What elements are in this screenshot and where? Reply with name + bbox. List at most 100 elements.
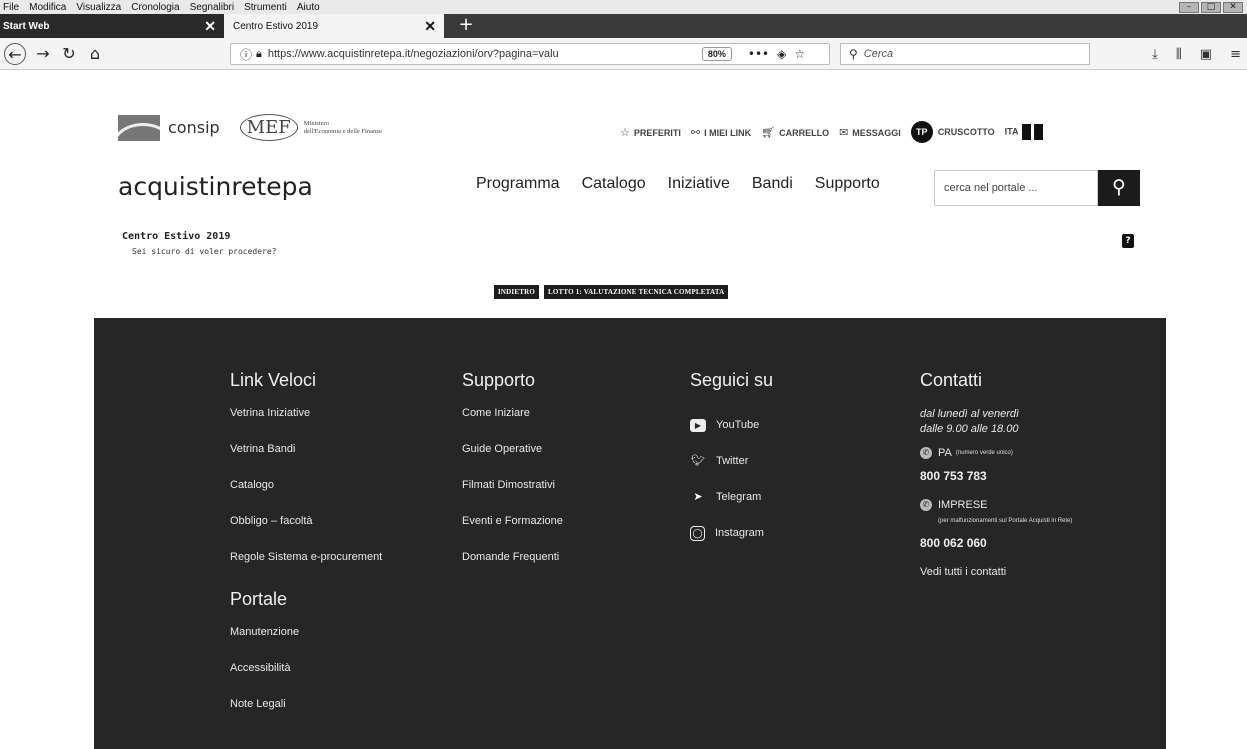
- menu-strumenti[interactable]: Strumenti: [239, 2, 292, 13]
- envelope-icon: ✉: [839, 126, 849, 139]
- browser-search-bar[interactable]: ⚲ Cerca: [840, 43, 1090, 65]
- carrello-link[interactable]: 🛒︎ CARRELLO: [761, 126, 829, 139]
- mef-logo[interactable]: MEF Ministero dell'Economia e delle Fina…: [239, 114, 382, 141]
- footer-link[interactable]: Regole Sistema e-procurement: [230, 551, 382, 587]
- footer-link[interactable]: Guide Operative: [462, 443, 563, 479]
- menu-aiuto[interactable]: Aiuto: [292, 2, 325, 13]
- twitter-icon: 🐦︎: [691, 454, 705, 467]
- footer-link[interactable]: Manutenzione: [230, 626, 382, 662]
- menu-bar: File Modifica Visualizza Cronologia Segn…: [0, 0, 1247, 14]
- star-icon: ☆: [620, 126, 630, 139]
- menu-cronologia[interactable]: Cronologia: [126, 2, 184, 13]
- nav-bandi[interactable]: Bandi: [752, 175, 793, 193]
- sidebar-icon[interactable]: ▣: [1200, 47, 1212, 62]
- new-tab-icon[interactable]: +: [454, 14, 478, 38]
- footer-link[interactable]: Catalogo: [230, 479, 382, 515]
- close-tab-icon[interactable]: ✕: [204, 18, 216, 35]
- menu-file[interactable]: File: [0, 2, 24, 13]
- reload-icon[interactable]: ↻: [58, 43, 80, 65]
- consip-logo-text: consip: [168, 118, 220, 137]
- menu-visualizza[interactable]: Visualizza: [71, 2, 126, 13]
- pa-phone-number[interactable]: 800 753 783: [920, 469, 1098, 483]
- footer-col-seguici: Seguici su ▶ YouTube 🐦︎ Twitter ➤ Telegr…: [690, 370, 773, 551]
- confirm-evaluation-button[interactable]: LOTTO 1: VALUTAZIONE TECNICA COMPLETATA: [544, 285, 729, 299]
- footer-link[interactable]: Vetrina Bandi: [230, 443, 382, 479]
- search-button[interactable]: ⚲: [1098, 170, 1140, 206]
- nav-programma[interactable]: Programma: [476, 175, 560, 193]
- consip-logo-mark: [118, 114, 160, 141]
- footer-link[interactable]: Note Legali: [230, 698, 382, 734]
- navigation-bar: ← → ↻ ⌂ ⓘ 🔒︎ https://www.acquistinretepa…: [0, 38, 1247, 70]
- footer-heading: Link Veloci: [230, 370, 317, 390]
- site-brand[interactable]: acquistinretepa: [118, 172, 313, 201]
- consip-logo[interactable]: consip: [118, 114, 220, 141]
- menu-segnalibri[interactable]: Segnalibri: [185, 2, 239, 13]
- close-window-icon[interactable]: ✕: [1223, 2, 1243, 13]
- mef-logo-mark: MEF: [239, 114, 298, 141]
- search-icon: ⚲: [1112, 176, 1126, 198]
- footer-heading: Portale: [230, 589, 288, 609]
- nav-supporto[interactable]: Supporto: [815, 175, 880, 193]
- page-actions-icon[interactable]: •••: [748, 47, 769, 61]
- link-icon: ⚯: [690, 126, 701, 139]
- zoom-indicator[interactable]: 80%: [701, 47, 732, 61]
- messaggi-link[interactable]: ✉ MESSAGGI: [839, 126, 901, 139]
- nav-catalogo[interactable]: Catalogo: [582, 175, 646, 193]
- portal-search-input[interactable]: cerca nel portale ...: [934, 170, 1098, 206]
- footer-link[interactable]: Accessibilità: [230, 662, 382, 698]
- back-icon[interactable]: ←: [4, 43, 26, 65]
- maximize-icon[interactable]: □: [1201, 2, 1221, 13]
- opening-hours: dal lunedì al venerdì dalle 9.00 alle 18…: [920, 408, 1020, 435]
- close-tab-icon[interactable]: ✕: [424, 18, 436, 35]
- footer-heading: Supporto: [462, 370, 536, 390]
- miei-link-link[interactable]: ⚯ I MIEI LINK: [691, 126, 751, 139]
- pocket-icon[interactable]: ◈: [777, 47, 786, 61]
- confirmation-question: Sei sicuro di voler procedere?: [132, 247, 277, 256]
- imprese-phone-number[interactable]: 800 062 060: [920, 536, 1098, 550]
- tab-start-web[interactable]: Start Web ✕: [0, 14, 224, 38]
- pa-contact: ✆ PA (numero verde unico): [920, 447, 1098, 459]
- twitter-link[interactable]: 🐦︎ Twitter: [690, 443, 773, 479]
- user-links: ☆ PREFERITI ⚯ I MIEI LINK 🛒︎ CARRELLO ✉ MESS…: [620, 121, 1043, 143]
- mef-logo-text: Ministero dell'Economia e delle Finanze: [303, 119, 382, 135]
- lock-icon: 🔒︎: [256, 47, 262, 60]
- tab-strip: Start Web ✕ Centro Estivo 2019 ✕ +: [0, 14, 1247, 38]
- footer-heading: Seguici su: [690, 370, 774, 390]
- tab-centro-estivo[interactable]: Centro Estivo 2019 ✕: [224, 14, 444, 38]
- all-contacts-link[interactable]: Vedi tutti i contatti: [920, 566, 1098, 578]
- menu-modifica[interactable]: Modifica: [24, 2, 71, 13]
- footer-link[interactable]: Come Iniziare: [462, 407, 563, 443]
- footer-link[interactable]: Eventi e Formazione: [462, 515, 563, 551]
- nav-iniziative[interactable]: Iniziative: [668, 175, 730, 193]
- footer-link[interactable]: Obbligo – facoltà: [230, 515, 382, 551]
- library-icon[interactable]: ⫼: [1176, 47, 1182, 62]
- browser-search-placeholder: Cerca: [863, 48, 894, 60]
- youtube-link[interactable]: ▶ YouTube: [690, 407, 773, 443]
- help-icon[interactable]: ?: [1122, 234, 1134, 248]
- bookmark-star-icon[interactable]: ☆: [794, 47, 805, 61]
- minimize-icon[interactable]: –: [1179, 2, 1199, 13]
- footer: Link Veloci Vetrina Iniziative Vetrina B…: [94, 318, 1166, 749]
- search-icon: ⚲: [849, 47, 858, 61]
- info-icon[interactable]: ⓘ: [231, 46, 256, 63]
- url-text[interactable]: https://www.acquistinretepa.it/negoziazi…: [268, 48, 678, 60]
- footer-link[interactable]: Vetrina Iniziative: [230, 407, 382, 443]
- back-button[interactable]: INDIETRO: [494, 285, 539, 299]
- footer-link[interactable]: Domande Frequenti: [462, 551, 563, 587]
- forward-icon[interactable]: →: [32, 43, 54, 65]
- cruscotto-link[interactable]: TP CRUSCOTTO: [910, 121, 995, 143]
- home-icon[interactable]: ⌂: [84, 43, 106, 65]
- instagram-link[interactable]: ◯ Instagram: [690, 515, 773, 551]
- language-selector[interactable]: ITA: [1005, 124, 1043, 140]
- avatar: TP: [910, 121, 933, 143]
- preferiti-link[interactable]: ☆ PREFERITI: [620, 126, 681, 139]
- address-bar[interactable]: ⓘ 🔒︎ https://www.acquistinretepa.it/nego…: [230, 43, 830, 65]
- footer-link[interactable]: Filmati Dimostrativi: [462, 479, 563, 515]
- imprese-note: (per malfunzionamenti sul Portale Acquis…: [938, 518, 1073, 524]
- tab-label: Start Web: [3, 20, 50, 32]
- download-icon[interactable]: ⤓: [1152, 47, 1158, 62]
- telegram-link[interactable]: ➤ Telegram: [690, 479, 773, 515]
- instagram-icon: ◯: [690, 525, 705, 541]
- phone-icon: ✆: [920, 447, 932, 459]
- hamburger-menu-icon[interactable]: ≡: [1230, 47, 1241, 62]
